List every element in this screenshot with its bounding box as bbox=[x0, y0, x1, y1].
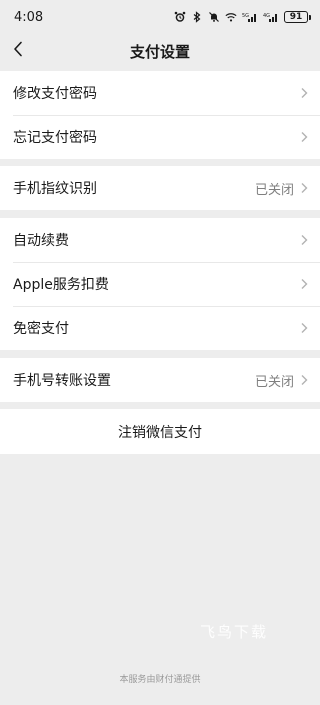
chevron-right-icon bbox=[300, 182, 308, 194]
chevron-left-icon bbox=[13, 41, 23, 61]
settings-group-password: 修改支付密码 忘记支付密码 bbox=[0, 71, 320, 159]
item-label: 手机号转账设置 bbox=[13, 373, 111, 389]
fingerprint-recognition-item[interactable]: 手机指纹识别 已关闭 bbox=[0, 166, 320, 210]
svg-text:5G: 5G bbox=[242, 13, 249, 19]
back-button[interactable] bbox=[6, 38, 30, 64]
signal-icon: 4G bbox=[263, 11, 279, 23]
settings-group-deductions: 自动续费 Apple服务扣费 免密支付 bbox=[0, 218, 320, 350]
chevron-right-icon bbox=[300, 322, 308, 334]
battery-indicator: 91 bbox=[284, 11, 311, 23]
item-label: 自动续费 bbox=[13, 233, 69, 249]
bluetooth-icon bbox=[191, 11, 203, 23]
item-label: 忘记支付密码 bbox=[13, 130, 97, 146]
status-time: 4:08 bbox=[14, 9, 44, 25]
chevron-right-icon bbox=[300, 87, 308, 99]
mute-icon bbox=[208, 11, 220, 23]
cancel-wechat-pay-label: 注销微信支付 bbox=[118, 424, 202, 441]
signal-icon: 5G bbox=[242, 11, 258, 23]
chevron-right-icon bbox=[300, 374, 308, 386]
apple-service-deduction-item[interactable]: Apple服务扣费 bbox=[0, 262, 320, 306]
item-label: 手机指纹识别 bbox=[13, 181, 97, 197]
svg-text:4G: 4G bbox=[263, 13, 270, 19]
page-title: 支付设置 bbox=[129, 42, 190, 61]
change-payment-password-item[interactable]: 修改支付密码 bbox=[0, 71, 320, 115]
auto-renewal-item[interactable]: 自动续费 bbox=[0, 218, 320, 262]
alarm-icon bbox=[174, 11, 186, 23]
password-free-payment-item[interactable]: 免密支付 bbox=[0, 306, 320, 350]
item-status: 已关闭 bbox=[254, 374, 294, 390]
footer-note: 本服务由财付通提供 bbox=[119, 675, 201, 685]
settings-group-fingerprint: 手机指纹识别 已关闭 bbox=[0, 166, 320, 210]
navigation-bar: 支付设置 bbox=[0, 34, 320, 68]
wifi-icon bbox=[225, 11, 237, 23]
cancel-wechat-pay-button[interactable]: 注销微信支付 bbox=[0, 409, 320, 454]
status-bar: 4:08 5G 4G 91 bbox=[0, 0, 320, 34]
item-label: 免密支付 bbox=[13, 321, 69, 337]
settings-group-phone-transfer: 手机号转账设置 已关闭 bbox=[0, 358, 320, 402]
chevron-right-icon bbox=[300, 234, 308, 246]
watermark-text: 飞鸟下载 bbox=[200, 623, 269, 641]
chevron-right-icon bbox=[300, 278, 308, 290]
chevron-right-icon bbox=[300, 131, 308, 143]
item-status: 已关闭 bbox=[254, 182, 294, 198]
status-icons: 5G 4G 91 bbox=[174, 11, 311, 23]
item-label: Apple服务扣费 bbox=[13, 277, 109, 293]
forgot-payment-password-item[interactable]: 忘记支付密码 bbox=[0, 115, 320, 159]
item-label: 修改支付密码 bbox=[13, 86, 97, 102]
phone-transfer-settings-item[interactable]: 手机号转账设置 已关闭 bbox=[0, 358, 320, 402]
